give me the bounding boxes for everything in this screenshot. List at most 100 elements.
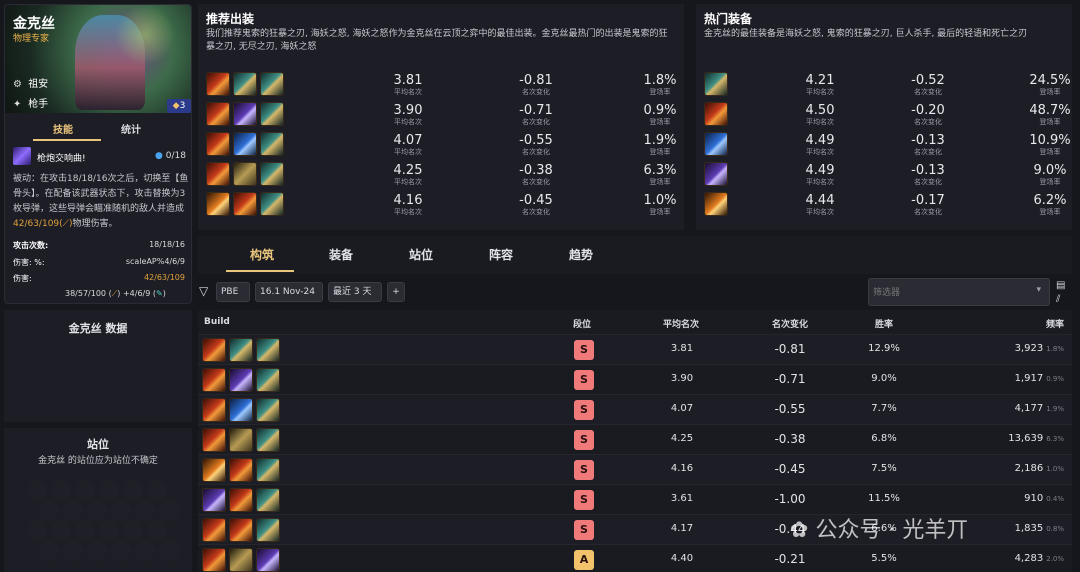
tab-stats[interactable]: 统计 (121, 121, 141, 136)
claw-item-icon[interactable] (229, 428, 253, 452)
fire-item-icon[interactable] (206, 102, 230, 126)
tab-items[interactable]: 装备 (329, 246, 353, 263)
tab-skill[interactable]: 技能 (53, 121, 73, 136)
dagger-item-icon[interactable] (256, 518, 280, 542)
violet-item-icon[interactable] (233, 102, 257, 126)
claw-item-icon[interactable] (233, 162, 257, 186)
violet-item-icon[interactable] (704, 162, 728, 186)
dagger-item-icon[interactable] (256, 458, 280, 482)
col-build[interactable]: Build (204, 317, 230, 327)
hot-item-row[interactable]: 4.44 平均名次 -0.17 名次变化 6.2% 登场率 (696, 190, 1072, 220)
dagger-item-icon[interactable] (233, 72, 257, 96)
build-items (206, 162, 287, 186)
tab-positioning[interactable]: 站位 (409, 246, 433, 263)
fire-item-icon[interactable] (202, 518, 226, 542)
fire-item-icon[interactable] (206, 132, 230, 156)
tab-skill-underline (33, 139, 101, 141)
fire-item-icon[interactable] (229, 488, 253, 512)
trait-sniper[interactable]: ✦ 枪手 (13, 95, 48, 110)
patch-select[interactable]: 16.1 Nov-24 ⌄ (255, 282, 323, 315)
add-filter-button[interactable]: + (387, 282, 405, 302)
table-row[interactable]: S 3.81 -0.81 12.9% 3,923 1.8% (198, 334, 1072, 364)
fire-item-icon[interactable] (202, 548, 226, 572)
trait-rebel[interactable]: ⚙ 祖安 (13, 75, 48, 90)
table-row[interactable]: S 4.25 -0.38 6.8% 13,639 6.3% (198, 424, 1072, 454)
recommended-build-row[interactable]: 4.16 平均名次 -0.45 名次变化 1.0% 登场率 (198, 190, 684, 220)
dagger-item-icon[interactable] (260, 162, 284, 186)
avg-place-label: 平均名次 (394, 178, 422, 186)
dagger-item-icon[interactable] (256, 428, 280, 452)
col-frequency[interactable]: 频率 (1046, 317, 1064, 330)
dagger-item-icon[interactable] (256, 488, 280, 512)
hot-item-row[interactable]: 4.49 平均名次 -0.13 名次变化 10.9% 登场率 (696, 130, 1072, 160)
tab-builds[interactable]: 构筑 (250, 246, 274, 263)
range-select[interactable]: 最近 3 天 ⌄ (328, 282, 382, 315)
dagger-item-icon[interactable] (260, 102, 284, 126)
hot-item-row[interactable]: 4.49 平均名次 -0.13 名次变化 9.0% 登场率 (696, 160, 1072, 190)
fire-item-icon[interactable] (202, 428, 226, 452)
recommended-build-row[interactable]: 4.07 平均名次 -0.55 名次变化 1.9% 登场率 (198, 130, 684, 160)
dagger-item-icon[interactable] (229, 338, 253, 362)
win-rate-cell: 9.0% (871, 373, 897, 384)
frequency-percent: 6.3% (1046, 435, 1064, 443)
fire-item-icon[interactable] (704, 102, 728, 126)
violet-item-icon[interactable] (256, 548, 280, 572)
fire-item-icon[interactable] (229, 518, 253, 542)
tier-badge: S (574, 460, 594, 480)
col-win-rate[interactable]: 胜率 (875, 317, 893, 330)
dagger-item-icon[interactable] (260, 132, 284, 156)
tier-badge: S (574, 520, 594, 540)
claw-item-icon[interactable] (229, 548, 253, 572)
recommended-build-row[interactable]: 3.90 平均名次 -0.71 名次变化 0.9% 登场率 (198, 100, 684, 130)
table-row[interactable]: S 4.16 -0.45 7.5% 2,186 1.0% (198, 454, 1072, 484)
fire-item-icon[interactable] (206, 162, 230, 186)
violet-item-icon[interactable] (229, 368, 253, 392)
recommended-build-row[interactable]: 4.25 平均名次 -0.38 名次变化 6.3% 登场率 (198, 160, 684, 190)
wave-item-icon[interactable] (233, 132, 257, 156)
col-place-change[interactable]: 名次变化 (772, 317, 808, 330)
chart-view-icon[interactable]: ⫽ (1056, 294, 1060, 305)
filter-icon[interactable]: ▽ (199, 284, 208, 298)
hot-item-row[interactable]: 4.21 平均名次 -0.52 名次变化 24.5% 登场率 (696, 70, 1072, 100)
fire-item-icon[interactable] (202, 338, 226, 362)
tab-trends[interactable]: 趋势 (569, 246, 593, 263)
table-row[interactable]: S 3.90 -0.71 9.0% 1,917 0.9% (198, 364, 1072, 394)
dagger-item-icon[interactable] (260, 192, 284, 216)
fire-item-icon[interactable] (202, 368, 226, 392)
fire-item-icon[interactable] (206, 72, 230, 96)
filter-search[interactable]: ▾ (868, 278, 1050, 306)
dagger-item-icon[interactable] (704, 72, 728, 96)
col-tier[interactable]: 段位 (573, 317, 591, 330)
dagger-item-icon[interactable] (260, 72, 284, 96)
stat-value: 42/63/109 (143, 273, 185, 282)
stat-label: 攻击次数: (13, 241, 49, 250)
orange-item-icon[interactable] (704, 192, 728, 216)
frequency-count: 1,835 (1014, 523, 1044, 534)
table-row[interactable]: S 4.07 -0.55 7.7% 4,177 1.9% (198, 394, 1072, 424)
build-items (202, 488, 283, 512)
col-avg-place[interactable]: 平均名次 (663, 317, 699, 330)
orange-item-icon[interactable] (202, 458, 226, 482)
avg-place-value: 4.49 (805, 163, 835, 178)
tab-comps[interactable]: 阵容 (489, 246, 513, 263)
table-row[interactable]: S 3.61 -1.00 11.5% 910 0.4% (198, 484, 1072, 514)
recommended-build-row[interactable]: 3.81 平均名次 -0.81 名次变化 1.8% 登场率 (198, 70, 684, 100)
avg-place-label: 平均名次 (806, 148, 834, 156)
violet-item-icon[interactable] (202, 488, 226, 512)
wave-item-icon[interactable] (229, 398, 253, 422)
dagger-item-icon[interactable] (256, 398, 280, 422)
filter-input[interactable] (873, 285, 1023, 301)
place-change-value: -0.38 (519, 163, 553, 178)
dagger-item-icon[interactable] (256, 368, 280, 392)
wave-item-icon[interactable] (704, 132, 728, 156)
mode-select[interactable]: PBE ⌄ (216, 282, 250, 315)
dagger-item-icon[interactable] (256, 338, 280, 362)
table-row[interactable]: A 4.40 -0.21 5.5% 4,283 2.0% (198, 544, 1072, 572)
fire-item-icon[interactable] (202, 398, 226, 422)
fire-item-icon[interactable] (233, 192, 257, 216)
pick-rate: 6.3% 登场率 (630, 164, 690, 187)
table-view-icon[interactable]: ▤ (1056, 280, 1065, 291)
hot-item-row[interactable]: 4.50 平均名次 -0.20 名次变化 48.7% 登场率 (696, 100, 1072, 130)
fire-item-icon[interactable] (229, 458, 253, 482)
orange-item-icon[interactable] (206, 192, 230, 216)
